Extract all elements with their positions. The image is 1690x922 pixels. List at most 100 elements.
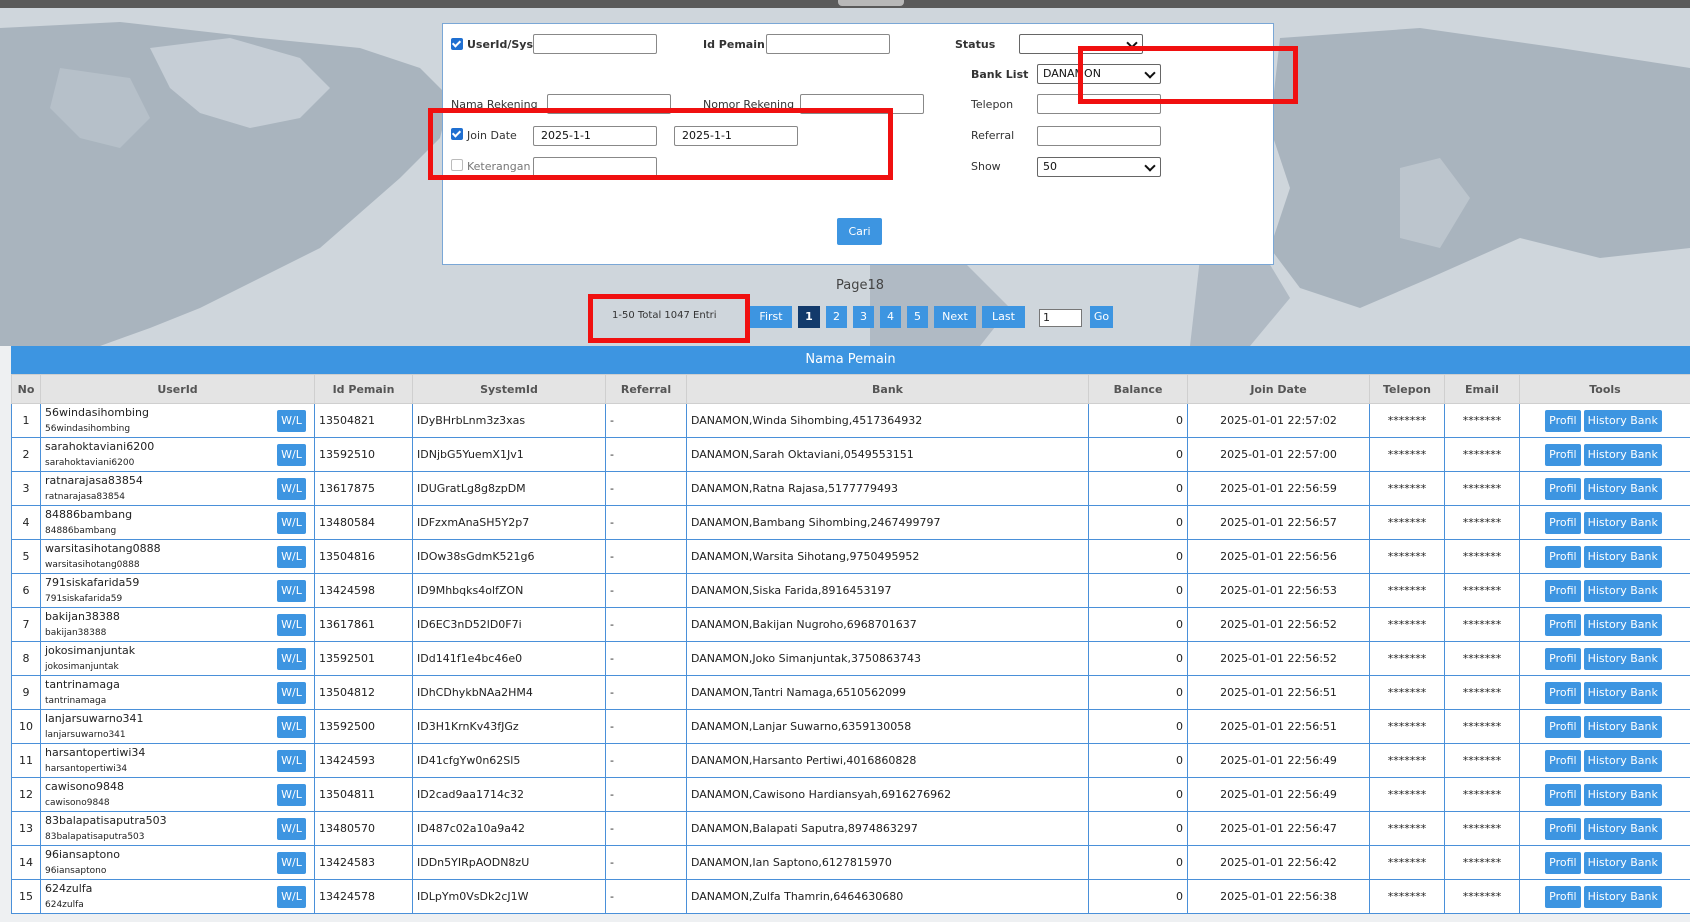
- wl-button[interactable]: W/L: [277, 648, 306, 670]
- col-header-referral[interactable]: Referral: [605, 374, 687, 404]
- history-bank-button[interactable]: History Bank: [1583, 613, 1662, 636]
- page-button-4[interactable]: 4: [880, 306, 901, 328]
- referral-cell: -: [605, 675, 687, 710]
- profil-button[interactable]: Profil: [1545, 783, 1581, 806]
- wl-button[interactable]: W/L: [277, 444, 306, 466]
- userid-cell: 56windasihombing 56windasihombing W/L: [40, 403, 315, 438]
- table-row: 5 warsitasihotang0888 warsitasihotang0888 W…: [11, 539, 1690, 574]
- first-page-button[interactable]: First: [750, 306, 792, 328]
- idpemain-cell: 13592501: [314, 641, 413, 676]
- wl-button[interactable]: W/L: [277, 716, 306, 738]
- profil-button[interactable]: Profil: [1545, 579, 1581, 602]
- history-bank-button[interactable]: History Bank: [1583, 851, 1662, 874]
- col-header-tools[interactable]: Tools: [1519, 374, 1690, 404]
- userid-subtext: 56windasihombing: [45, 424, 131, 434]
- userid-subtext: warsitasihotang0888: [45, 560, 140, 570]
- page-button-2[interactable]: 2: [826, 306, 847, 328]
- search-button[interactable]: Cari: [837, 218, 882, 245]
- history-bank-button[interactable]: History Bank: [1583, 511, 1662, 534]
- idpemain-input[interactable]: [766, 34, 890, 54]
- bank-cell: DANAMON,Tantri Namaga,6510562099: [686, 675, 1089, 710]
- history-bank-button[interactable]: History Bank: [1583, 579, 1662, 602]
- col-header-email[interactable]: Email: [1444, 374, 1520, 404]
- col-header-systemid[interactable]: SystemId: [412, 374, 606, 404]
- userid-subtext: bakijan38388: [45, 628, 107, 638]
- wl-button[interactable]: W/L: [277, 682, 306, 704]
- profil-button[interactable]: Profil: [1545, 715, 1581, 738]
- profil-button[interactable]: Profil: [1545, 545, 1581, 568]
- wl-button[interactable]: W/L: [277, 410, 306, 432]
- referral-input[interactable]: [1037, 126, 1161, 146]
- userid-subtext: 624zulfa: [45, 900, 84, 910]
- profil-button[interactable]: Profil: [1545, 613, 1581, 636]
- wl-button[interactable]: W/L: [277, 818, 306, 840]
- userid-cell: jokosimanjuntak jokosimanjuntak W/L: [40, 641, 315, 676]
- telepon-cell: *******: [1369, 845, 1445, 880]
- status-label: Status: [955, 38, 996, 51]
- profil-button[interactable]: Profil: [1545, 443, 1581, 466]
- wl-button[interactable]: W/L: [277, 750, 306, 772]
- col-header-no[interactable]: No: [11, 374, 41, 404]
- userid-cell: harsantopertiwi34 harsantopertiwi34 W/L: [40, 743, 315, 778]
- goto-page-input[interactable]: 1: [1039, 309, 1082, 327]
- profil-button[interactable]: Profil: [1545, 409, 1581, 432]
- userid-cell: ratnarajasa83854 ratnarajasa83854 W/L: [40, 471, 315, 506]
- wl-button[interactable]: W/L: [277, 478, 306, 500]
- wl-button[interactable]: W/L: [277, 886, 306, 908]
- wl-button[interactable]: W/L: [277, 852, 306, 874]
- userid-text: harsantopertiwi34: [45, 746, 146, 759]
- history-bank-button[interactable]: History Bank: [1583, 409, 1662, 432]
- page-button-5[interactable]: 5: [907, 306, 928, 328]
- userid-text: tantrinamaga: [45, 678, 120, 691]
- history-bank-button[interactable]: History Bank: [1583, 749, 1662, 772]
- history-bank-button[interactable]: History Bank: [1583, 477, 1662, 500]
- show-select[interactable]: 50: [1037, 157, 1161, 177]
- userid-input[interactable]: [533, 34, 657, 54]
- history-bank-button[interactable]: History Bank: [1583, 715, 1662, 738]
- col-header-bank[interactable]: Bank: [686, 374, 1089, 404]
- page-button-3[interactable]: 3: [853, 306, 874, 328]
- balance-cell: 0: [1088, 471, 1188, 506]
- profil-button[interactable]: Profil: [1545, 647, 1581, 670]
- col-header-userid[interactable]: UserId: [40, 374, 315, 404]
- bank-cell: DANAMON,Cawisono Hardiansyah,6916276962: [686, 777, 1089, 812]
- profil-button[interactable]: Profil: [1545, 477, 1581, 500]
- profil-button[interactable]: Profil: [1545, 817, 1581, 840]
- profil-button[interactable]: Profil: [1545, 851, 1581, 874]
- history-bank-button[interactable]: History Bank: [1583, 647, 1662, 670]
- last-page-button[interactable]: Last: [982, 306, 1025, 328]
- history-bank-button[interactable]: History Bank: [1583, 885, 1662, 908]
- userid-checkbox[interactable]: [451, 38, 463, 50]
- balance-cell: 0: [1088, 539, 1188, 574]
- history-bank-button[interactable]: History Bank: [1583, 443, 1662, 466]
- wl-button[interactable]: W/L: [277, 580, 306, 602]
- wl-button[interactable]: W/L: [277, 546, 306, 568]
- history-bank-button[interactable]: History Bank: [1583, 817, 1662, 840]
- history-bank-button[interactable]: History Bank: [1583, 545, 1662, 568]
- go-button[interactable]: Go: [1090, 306, 1113, 328]
- col-header-joindate[interactable]: Join Date: [1187, 374, 1370, 404]
- col-header-balance[interactable]: Balance: [1088, 374, 1188, 404]
- profil-button[interactable]: Profil: [1545, 511, 1581, 534]
- idpemain-cell: 13617861: [314, 607, 413, 642]
- systemid-cell: IDDn5YIRpAODN8zU: [412, 845, 606, 880]
- wl-button[interactable]: W/L: [277, 614, 306, 636]
- table-row: 4 84886bambang 84886bambang W/L 13480584 IDFz…: [11, 505, 1690, 540]
- col-header-idpemain[interactable]: Id Pemain: [314, 374, 413, 404]
- profil-button[interactable]: Profil: [1545, 885, 1581, 908]
- profil-button[interactable]: Profil: [1545, 681, 1581, 704]
- bank-cell: DANAMON,Ratna Rajasa,5177779493: [686, 471, 1089, 506]
- chevron-down-icon: [1144, 160, 1156, 172]
- telepon-cell: *******: [1369, 607, 1445, 642]
- profil-button[interactable]: Profil: [1545, 749, 1581, 772]
- history-bank-button[interactable]: History Bank: [1583, 783, 1662, 806]
- col-header-telepon[interactable]: Telepon: [1369, 374, 1445, 404]
- page-button-1[interactable]: 1: [798, 306, 820, 328]
- wl-button[interactable]: W/L: [277, 512, 306, 534]
- wl-button[interactable]: W/L: [277, 784, 306, 806]
- joindate-cell: 2025-01-01 22:57:00: [1187, 437, 1370, 472]
- next-page-button[interactable]: Next: [934, 306, 976, 328]
- userid-text: cawisono9848: [45, 780, 124, 793]
- history-bank-button[interactable]: History Bank: [1583, 681, 1662, 704]
- userid-text: 624zulfa: [45, 882, 93, 895]
